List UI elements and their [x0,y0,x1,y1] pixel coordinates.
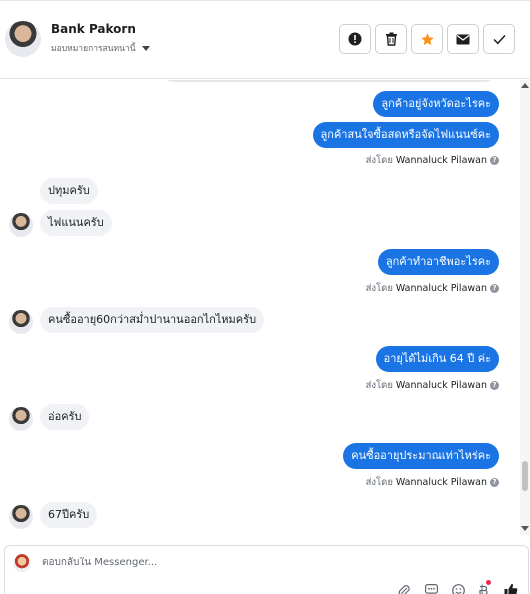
sent-by-line: ส่งโดย Wannaluck Pilawan ? [366,281,499,296]
payment-button[interactable] [477,580,491,594]
smiley-icon [451,583,465,594]
thumbs-up-icon [504,583,518,594]
saved-replies-icon [424,584,438,594]
conversation-header: Bank Pakorn มอบหมายการสนทนานี้ [0,0,530,79]
contact-avatar-small [9,310,33,334]
star-button[interactable] [411,24,443,54]
message-thread[interactable]: ลูกค้าอยู่จังหวัดอะไรคะ ลูกค้าสนใจซื้อสด… [0,80,530,535]
baht-icon [479,584,488,594]
notification-dot [486,580,491,585]
outgoing-message[interactable]: อายุได้ไม่เกิน 64 ปี ค่ะ [375,346,499,372]
help-icon[interactable]: ? [490,284,499,293]
emoji-button[interactable] [451,583,465,594]
contact-avatar[interactable] [5,21,41,57]
help-icon[interactable]: ? [490,381,499,390]
sent-by-line: ส่งโดย Wannaluck Pilawan ? [366,153,499,168]
page-avatar [13,554,31,572]
help-icon[interactable]: ? [490,478,499,487]
sent-by-agent[interactable]: Wannaluck Pilawan [396,283,487,294]
sent-by-line: ส่งโดย Wannaluck Pilawan ? [366,378,499,393]
check-icon [492,34,506,44]
outgoing-message[interactable]: ลูกค้าทำอาชีพอะไรคะ [377,249,499,275]
delete-button[interactable] [375,24,407,54]
help-icon[interactable]: ? [490,156,499,165]
assign-label: มอบหมายการสนทนานี้ [51,44,136,54]
incoming-message[interactable]: ไฟแนนครับ [40,210,112,236]
reply-composer [4,545,529,594]
outgoing-message[interactable]: ลูกค้าอยู่จังหวัดอะไรคะ [373,91,499,117]
thread-scrollbar[interactable] [520,80,530,535]
mark-unread-button[interactable] [447,24,479,54]
sent-by-prefix: ส่งโดย [365,380,393,391]
mark-spam-button[interactable] [339,24,371,54]
scroll-up-arrow-icon[interactable] [521,83,529,88]
shared-image-attachment[interactable] [160,80,498,82]
sent-by-agent[interactable]: Wannaluck Pilawan [396,380,487,391]
sent-by-line: ส่งโดย Wannaluck Pilawan ? [366,475,499,490]
scroll-thumb[interactable] [522,461,528,491]
sent-by-prefix: ส่งโดย [365,477,393,488]
scroll-down-arrow-icon[interactable] [521,526,529,531]
mark-done-button[interactable] [483,24,515,54]
contact-name[interactable]: Bank Pakorn [51,22,136,36]
caret-down-icon [141,45,150,51]
contact-avatar-small [9,213,33,237]
alert-icon [348,32,362,46]
like-button[interactable] [504,583,518,594]
trash-icon [385,32,397,46]
saved-replies-button[interactable] [424,583,438,594]
incoming-message[interactable]: อ่อครับ [40,404,90,430]
sent-by-prefix: ส่งโดย [365,155,393,166]
star-icon [420,32,434,45]
reply-input[interactable] [42,557,482,568]
contact-avatar-small [9,407,33,431]
outgoing-message[interactable]: ลูกค้าสนใจซื้อสดหรือจัดไฟแนนซ์คะ [312,122,499,148]
incoming-message[interactable]: 67ปีครับ [40,502,98,528]
paperclip-icon [398,584,410,594]
attach-button[interactable] [397,583,411,594]
sent-by-prefix: ส่งโดย [365,283,393,294]
envelope-icon [456,34,470,44]
sent-by-agent[interactable]: Wannaluck Pilawan [396,477,487,488]
incoming-message[interactable]: คนซื้ออายุ60กว่าสม่ำปานานออกไกไหมครับ [40,307,265,333]
outgoing-message[interactable]: คนซื้ออายุประมาณเท่าไหร่คะ [343,443,499,469]
contact-avatar-small [9,505,33,529]
sent-by-agent[interactable]: Wannaluck Pilawan [396,155,487,166]
assign-conversation-dropdown[interactable]: มอบหมายการสนทนานี้ [51,41,150,55]
incoming-message[interactable]: ปทุมครับ [40,178,98,204]
